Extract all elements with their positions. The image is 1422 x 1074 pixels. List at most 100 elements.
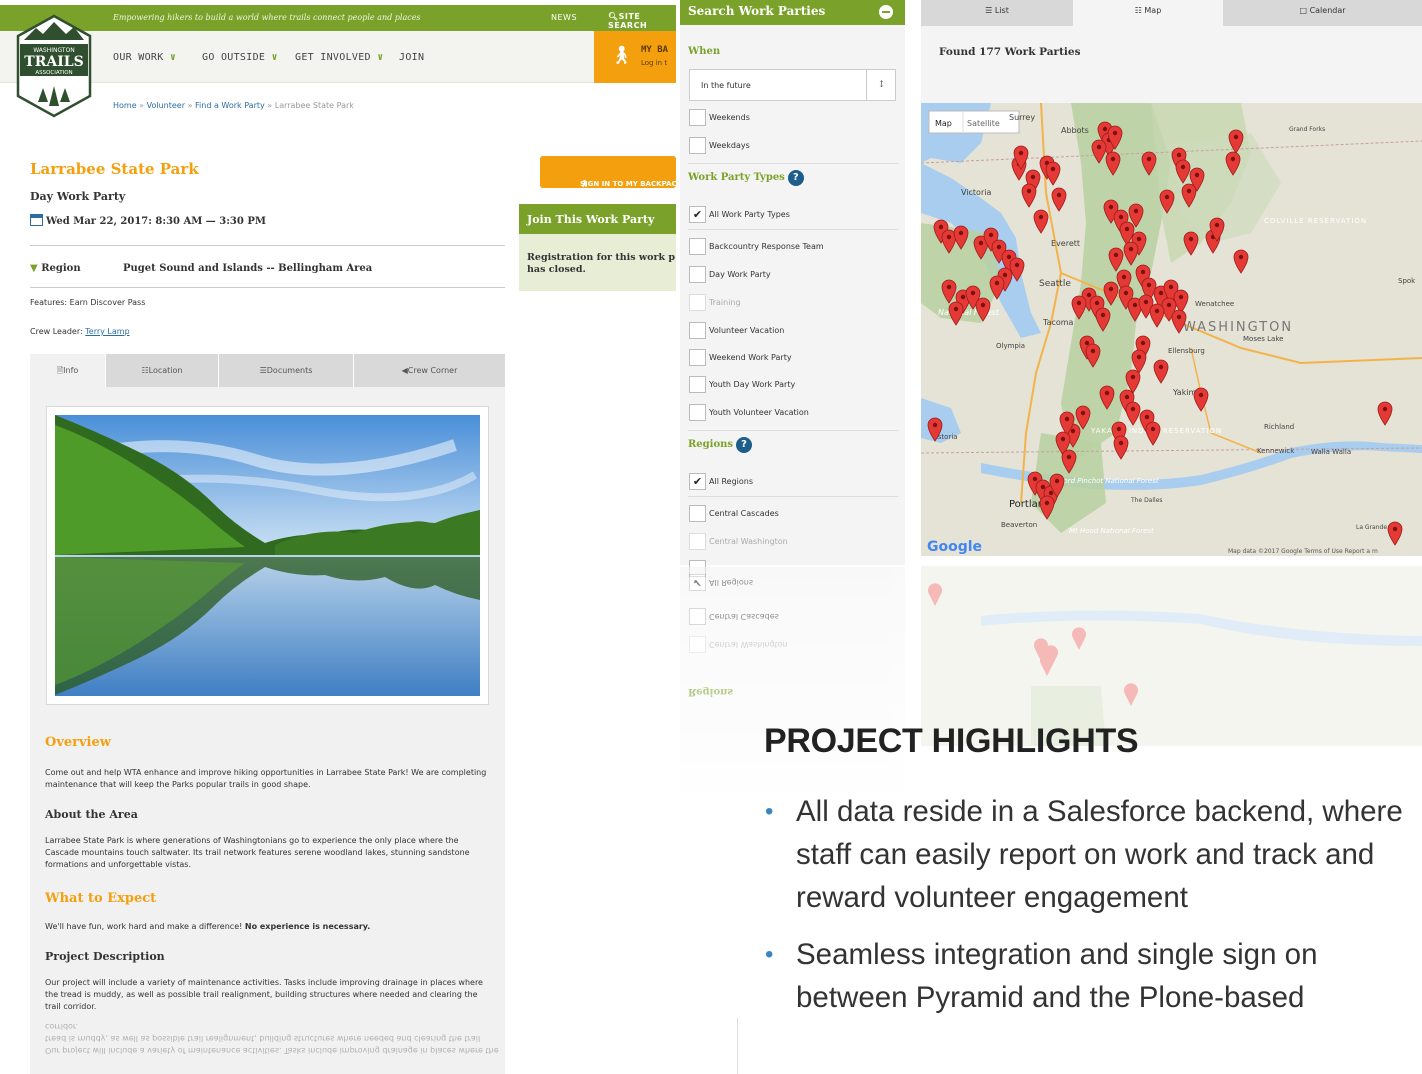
filters-title: Search Work Parties xyxy=(688,4,826,18)
chevron-down-icon: ∨ xyxy=(169,52,177,63)
divider xyxy=(30,245,505,246)
highlight-item: Seamless integration and single sign on … xyxy=(765,933,1415,1019)
help-icon[interactable]: ? xyxy=(736,437,753,453)
map-icon: ☷ xyxy=(1134,6,1142,15)
svg-text:The Dalles: The Dalles xyxy=(1130,497,1163,504)
breadcrumb-sep: » xyxy=(267,101,273,110)
divider xyxy=(737,1018,738,1074)
svg-text:La Grande: La Grande xyxy=(1356,524,1387,531)
svg-text:COLVILLE RESERVATION: COLVILLE RESERVATION xyxy=(1264,217,1367,225)
crew-leader-link[interactable]: Terry Lamp xyxy=(85,327,129,336)
list-icon: ☰ xyxy=(259,366,267,375)
svg-text:Mt Hood National Forest: Mt Hood National Forest xyxy=(1069,527,1154,535)
features: Features: Earn Discover Pass xyxy=(30,298,146,307)
main-nav: OUR WORK ∨ GO OUTSIDE ∨ GET INVOLVED ∨ J… xyxy=(0,31,676,83)
chevron-down-icon: ∨ xyxy=(271,52,278,63)
svg-text:Tacoma: Tacoma xyxy=(1042,318,1074,327)
filters-header: Search Work Parties xyxy=(680,0,905,25)
search-icon: 🔍︎ xyxy=(608,12,619,21)
nav-go-outside[interactable]: GO OUTSIDE ∨ xyxy=(202,52,278,63)
svg-text:Moses Lake: Moses Lake xyxy=(1243,335,1283,343)
svg-text:Abbots: Abbots xyxy=(1061,126,1089,135)
my-backpack-button[interactable]: 🚶︎ MY BA Log in t xyxy=(594,31,676,83)
registration-closed-note: Registration for this work p has closed. xyxy=(527,252,675,275)
news-link[interactable]: NEWS xyxy=(551,13,577,22)
expect-heading: What to Expect xyxy=(45,891,157,906)
backpack-login: Log in t xyxy=(641,59,668,67)
tab-documents[interactable]: ☰Documents xyxy=(218,354,353,387)
sign-in-backpack-button[interactable]: 🚶︎ SIGN IN TO MY BACKPAC xyxy=(540,156,676,188)
chevron-down-icon: ∨ xyxy=(377,52,384,63)
breadcrumb: Home » Volunteer » Find a Work Party » L… xyxy=(113,101,354,110)
site-tagline: Empowering hikers to build a world where… xyxy=(113,13,421,22)
breadcrumb-find-work-party[interactable]: Find a Work Party xyxy=(195,101,265,110)
hiker-icon: 🚶︎ xyxy=(610,45,633,66)
google-logo: Google xyxy=(927,539,982,555)
project-text: Our project will include a variety of ma… xyxy=(45,978,483,1011)
highlights-title: PROJECT HIGHLIGHTS xyxy=(764,722,1139,760)
breadcrumb-current: Larrabee State Park xyxy=(274,101,354,110)
svg-text:Victoria: Victoria xyxy=(961,188,991,197)
collapse-icon[interactable] xyxy=(879,5,893,19)
tab-crew-corner[interactable]: ◀Crew Corner xyxy=(353,354,505,387)
satellite-type-button: Satellite xyxy=(967,119,1000,128)
svg-text:National Forest: National Forest xyxy=(938,308,1000,317)
site-search-link[interactable]: 🔍︎SITE SEARCH xyxy=(608,12,676,30)
page-reflection: Our project will include a variety of ma… xyxy=(45,1022,499,1055)
nav-get-involved[interactable]: GET INVOLVED ∨ xyxy=(295,52,384,63)
when-select[interactable]: In the future ↕ xyxy=(689,69,896,101)
breadcrumb-sep: » xyxy=(187,101,193,110)
svg-text:Richland: Richland xyxy=(1264,423,1294,431)
info-tab-content: Overview Come out and help WTA enhance a… xyxy=(30,387,505,1074)
svg-text:Grand Forks: Grand Forks xyxy=(1289,126,1325,133)
about-heading: About the Area xyxy=(45,808,138,821)
map-attribution: Map data ©2017 Google Terms of Use Repor… xyxy=(1228,548,1378,555)
work-party-type: Day Work Party xyxy=(30,190,126,203)
filters-reflection: ✔ All Regions Central Cascades Central Wa… xyxy=(680,567,905,807)
updown-arrow-icon: ↕ xyxy=(866,70,896,100)
svg-text:Walla Walla: Walla Walla xyxy=(1311,448,1351,456)
nav-our-work[interactable]: OUR WORK ∨ xyxy=(113,52,176,63)
breadcrumb-volunteer[interactable]: Volunteer xyxy=(147,101,185,110)
tab-info[interactable]: 🗎︎Info xyxy=(30,354,105,387)
work-party-date: Wed Mar 22, 2017: 8:30 AM — 3:30 PM xyxy=(30,214,266,227)
calendar-icon: □ xyxy=(1299,6,1308,15)
detail-tabs: 🗎︎Info ☷Location ☰Documents ◀Crew Corner xyxy=(30,354,505,387)
work-party-detail-page: Empowering hikers to build a world where… xyxy=(0,0,676,1074)
when-label: When xyxy=(688,46,721,57)
results-count: Found 177 Work Parties xyxy=(939,46,1081,58)
wta-logo[interactable]: WASHINGTON TRAILS ASSOCIATION xyxy=(16,14,92,118)
region-value: Puget Sound and Islands -- Bellingham Ar… xyxy=(123,263,373,274)
svg-text:Spok: Spok xyxy=(1398,277,1416,285)
help-icon[interactable]: ? xyxy=(787,170,804,186)
svg-text:Olympia: Olympia xyxy=(996,342,1025,350)
divider xyxy=(30,287,505,288)
work-parties-map[interactable]: Map Satellite Surrey Abbots Victoria Eve… xyxy=(921,103,1422,556)
work-party-types-label: Work Party Types? xyxy=(688,170,804,186)
logo-line3: ASSOCIATION xyxy=(35,70,72,76)
svg-text:Seattle: Seattle xyxy=(1039,279,1071,289)
tab-map[interactable]: ☷ Map xyxy=(1073,0,1223,26)
breadcrumb-sep: » xyxy=(139,101,145,110)
tab-location[interactable]: ☷Location xyxy=(105,354,218,387)
map-view-panel: ☰ List ☷ Map □ Calendar Found 177 Work P… xyxy=(921,0,1422,556)
list-icon: ☰ xyxy=(985,6,993,15)
page-title: Larrabee State Park xyxy=(30,160,199,178)
about-text: Larrabee State Park is where generations… xyxy=(45,836,470,869)
svg-text:Beaverton: Beaverton xyxy=(1001,521,1037,529)
project-heading: Project Description xyxy=(45,950,165,963)
breadcrumb-home[interactable]: Home xyxy=(113,101,137,110)
highlights-list: All data reside in a Salesforce backend,… xyxy=(765,790,1415,1033)
search-filters-panel: Search Work Parties When In the future ↕… xyxy=(680,0,905,577)
svg-text:Kennewick: Kennewick xyxy=(1257,447,1295,455)
overview-text: Come out and help WTA enhance and improv… xyxy=(45,768,487,789)
location-pin-icon: ▼ xyxy=(30,263,38,274)
overview-heading: Overview xyxy=(45,735,111,750)
tab-calendar[interactable]: □ Calendar xyxy=(1223,0,1422,26)
nav-join[interactable]: JOIN xyxy=(399,52,424,63)
park-photo-frame xyxy=(46,406,489,705)
tab-list[interactable]: ☰ List xyxy=(921,0,1073,26)
svg-text:Everett: Everett xyxy=(1051,239,1080,248)
regions-label: Regions? xyxy=(688,437,753,453)
map-reflection xyxy=(921,566,1422,746)
